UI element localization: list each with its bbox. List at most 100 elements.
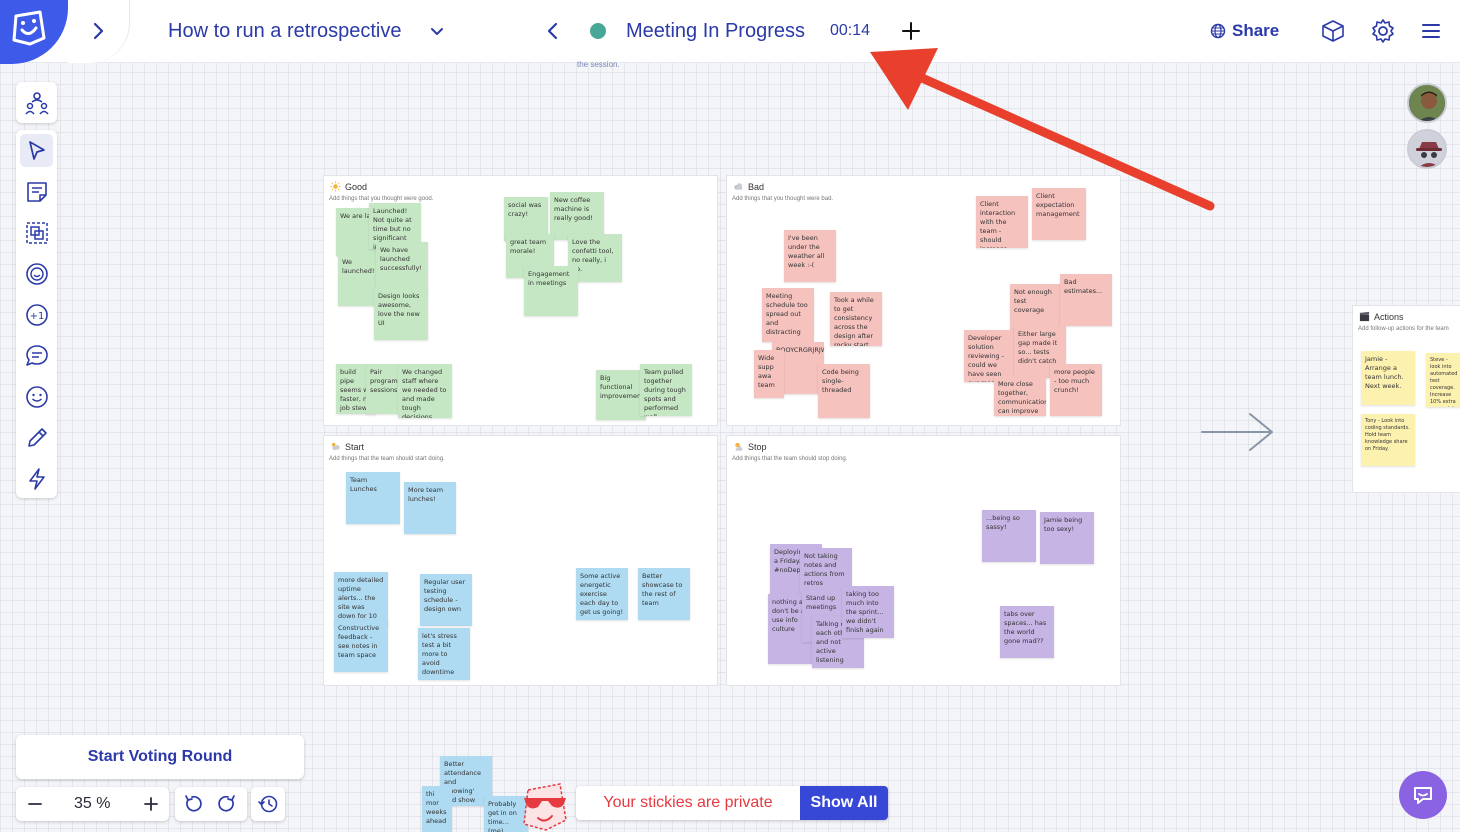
- sticky-note[interactable]: Wide supp awa team: [754, 350, 784, 398]
- chevron-left-icon[interactable]: [544, 19, 562, 43]
- sticky-note[interactable]: Developer solution reviewing - could we …: [964, 330, 1016, 382]
- zoom-in-icon[interactable]: [140, 793, 162, 815]
- group-select-icon: [25, 221, 48, 244]
- frame-actions-desc: Add follow-up actions for the team: [1358, 326, 1449, 332]
- group-select-tool[interactable]: [20, 216, 53, 249]
- sticky-note[interactable]: Code being single-threaded: [818, 364, 870, 418]
- undo-icon[interactable]: [181, 793, 203, 815]
- sticky-note[interactable]: tabs over spaces... has the world gone m…: [1000, 606, 1054, 658]
- emoji-icon: [25, 385, 48, 408]
- start-voting-button[interactable]: Start Voting Round: [16, 735, 304, 779]
- sticky-note[interactable]: Better showcase to the rest of team: [638, 568, 690, 620]
- sticky-note[interactable]: More team lunches!: [404, 482, 456, 534]
- logo-icon[interactable]: [10, 8, 48, 48]
- frame-stop-title: Stop: [748, 441, 767, 452]
- pen-tool[interactable]: [20, 421, 53, 454]
- zoom-level: 35 %: [74, 795, 111, 812]
- pen-icon: [27, 427, 47, 447]
- sticky-note[interactable]: Bad estimates...: [1060, 274, 1112, 326]
- frame-bad-title: Bad: [748, 181, 765, 192]
- history-icon: [258, 795, 278, 813]
- sticky-note[interactable]: Design looks awesome, love the new UI: [374, 288, 428, 340]
- reaction-tool[interactable]: [20, 257, 53, 290]
- sticky-note[interactable]: Constructive feedback - see notes in tea…: [334, 620, 388, 672]
- chevron-down-icon[interactable]: [429, 24, 445, 40]
- sticky-note[interactable]: Jamie - Arrange a team lunch. Next week.: [1361, 351, 1415, 405]
- board-title[interactable]: How to run a retrospective: [168, 20, 401, 43]
- sticky-note[interactable]: Some active energetic exercise each day …: [576, 568, 628, 620]
- redo-icon[interactable]: [217, 793, 239, 815]
- select-tool[interactable]: [20, 134, 53, 167]
- sticky-note[interactable]: Jamie being too sexy!: [1040, 512, 1094, 564]
- plus-one-tool[interactable]: +1: [20, 298, 53, 331]
- history-button[interactable]: [251, 787, 285, 821]
- comment-tool[interactable]: [20, 339, 53, 372]
- top-bar: How to run a retrospective Meeting In Pr…: [0, 0, 1460, 64]
- meeting-status[interactable]: Meeting In Progress: [626, 20, 805, 43]
- sticky-note[interactable]: I've been under the weather all week :-(: [784, 230, 836, 282]
- sticky-note[interactable]: Big functional improvements: [596, 370, 646, 420]
- sticky-note[interactable]: more people - too much crunch!: [1050, 364, 1102, 416]
- frame-stop-header: Stop: [733, 441, 767, 452]
- meeting-timer: 00:14: [830, 22, 871, 39]
- frame-good-title: Good: [345, 181, 368, 192]
- user-photo: [1409, 85, 1445, 121]
- sticky-note[interactable]: Tony - Look into coding standards. Hold …: [1361, 414, 1415, 466]
- cube-icon[interactable]: [1320, 18, 1346, 44]
- svg-text:+1: +1: [29, 311, 44, 322]
- frame-good-header: Good: [330, 181, 367, 192]
- sticky-note-icon: [26, 181, 47, 202]
- sticky-note[interactable]: more detailed uptime alerts... the site …: [334, 572, 388, 626]
- chat-icon: [1414, 787, 1432, 804]
- sticky-note[interactable]: Regular user testing schedule - design o…: [420, 574, 472, 626]
- frame-good-desc: Add things that you thought were good.: [329, 196, 434, 202]
- chevron-right-icon[interactable]: [86, 18, 110, 44]
- private-notice: Your stickies are private: [576, 786, 800, 820]
- show-all-button[interactable]: Show All: [800, 786, 888, 820]
- sticky-note[interactable]: thi mor weeks ahead: [422, 786, 452, 832]
- chat-button[interactable]: [1399, 771, 1447, 819]
- meeting-status-dot: [590, 23, 606, 39]
- sticky-note-tool[interactable]: [20, 175, 53, 208]
- sticky-note[interactable]: Team Lunches: [346, 472, 400, 524]
- emoji-tool[interactable]: [20, 380, 53, 413]
- globe-icon: [1210, 23, 1226, 39]
- lightning-icon: [28, 467, 45, 490]
- frame-bad-desc: Add things that you thought were bad.: [732, 196, 834, 202]
- sticky-note[interactable]: We have launched successfully!: [376, 242, 428, 290]
- left-toolbar: +1: [16, 130, 57, 498]
- frame-stop-desc: Add things that the team should stop doi…: [732, 456, 848, 462]
- sticky-note[interactable]: taking too much into the sprint... we di…: [842, 586, 894, 638]
- facilitator-icon: [24, 91, 49, 114]
- frame-start-title: Start: [345, 441, 365, 452]
- sun-cloud-icon: [735, 442, 743, 451]
- sticky-note[interactable]: Took a while to get consistency across t…: [830, 292, 882, 346]
- frame-actions-title: Actions: [1374, 311, 1404, 322]
- comment-icon: [25, 344, 48, 366]
- sticky-note[interactable]: Steve - look into automated test coverag…: [1426, 353, 1460, 407]
- cloud-sun-icon: [331, 442, 340, 451]
- sticky-note[interactable]: We changed staff where we needed to and …: [398, 364, 452, 418]
- sticky-note[interactable]: Team pulled together during tough spots …: [640, 364, 692, 416]
- participant-avatar[interactable]: [1407, 83, 1447, 123]
- clapperboard-icon: [1359, 311, 1370, 322]
- sticky-note[interactable]: let's stress test a bit more to avoid do…: [418, 628, 470, 680]
- facilitator-button[interactable]: [16, 82, 57, 123]
- mascot-sunglasses-icon: [523, 783, 567, 831]
- annotation-arrow-icon: [870, 48, 1215, 211]
- anonymous-avatar[interactable]: [1407, 129, 1447, 169]
- sticky-note[interactable]: More close together, communication can i…: [994, 376, 1046, 416]
- sticky-note[interactable]: Engagement in meetings: [524, 266, 578, 316]
- sticky-note[interactable]: Pair programming sessions: [366, 364, 402, 414]
- gear-icon[interactable]: [1370, 18, 1396, 44]
- zoom-out-icon[interactable]: [24, 793, 46, 815]
- sun-icon: [330, 181, 341, 192]
- sticky-note[interactable]: ...being so sassy!: [982, 510, 1036, 562]
- sticky-note[interactable]: New coffee machine is really good!: [550, 192, 604, 240]
- share-button[interactable]: Share: [1210, 20, 1279, 42]
- lightning-tool[interactable]: [20, 462, 53, 495]
- spy-icon: [1409, 131, 1445, 167]
- cloud-icon: [734, 183, 743, 190]
- sticky-note[interactable]: Meeting schedule too spread out and dist…: [762, 288, 814, 342]
- hamburger-menu-icon[interactable]: [1420, 20, 1442, 42]
